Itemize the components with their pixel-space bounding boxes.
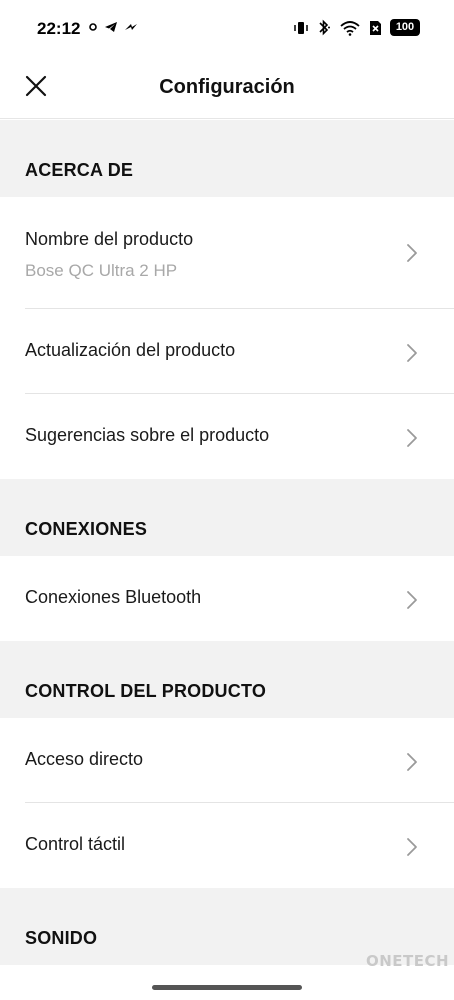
chevron-right-icon: [407, 838, 417, 856]
wifi-icon: [340, 20, 360, 36]
row-value: Bose QC Ultra 2 HP: [25, 261, 178, 280]
row-conexiones-bluetooth[interactable]: Conexiones Bluetooth: [0, 556, 454, 641]
status-bar: 22:12 100: [0, 0, 454, 56]
status-left-icons: [88, 21, 138, 33]
section-header-acerca-de: ACERCA DE: [0, 120, 454, 197]
vibrate-icon: [294, 21, 308, 34]
watermark: ONETECH: [366, 952, 450, 970]
row-acceso-directo[interactable]: Acceso directo: [0, 718, 454, 803]
row-actualizacion-del-producto[interactable]: Actualización del producto: [0, 309, 454, 394]
telegram-icon: [105, 22, 117, 32]
settings-list: ACERCA DE Nombre del producto Bose QC Ul…: [0, 120, 454, 965]
bluetooth-icon: [319, 19, 330, 36]
notification-dot-icon: [89, 23, 97, 31]
row-label: Nombre del producto: [25, 229, 194, 249]
row-label: Acceso directo: [25, 749, 144, 769]
section-title: CONTROL DEL PRODUCTO: [25, 681, 267, 701]
row-label: Conexiones Bluetooth: [25, 587, 202, 607]
chevron-right-icon: [407, 591, 417, 609]
row-nombre-del-producto[interactable]: Nombre del producto Bose QC Ultra 2 HP: [0, 197, 454, 309]
chevron-right-icon: [407, 344, 417, 362]
app-icon: [125, 24, 137, 30]
section-title: ACERCA DE: [25, 160, 134, 180]
section-header-control-del-producto: CONTROL DEL PRODUCTO: [0, 641, 454, 718]
chevron-right-icon: [407, 753, 417, 771]
chevron-right-icon: [407, 244, 417, 262]
gesture-bar[interactable]: [152, 985, 302, 990]
section-header-conexiones: CONEXIONES: [0, 479, 454, 556]
row-control-tactil[interactable]: Control táctil: [0, 803, 454, 888]
section-title: SONIDO: [25, 928, 98, 948]
sim-icon: [370, 20, 381, 35]
row-label: Actualización del producto: [25, 340, 236, 360]
row-label: Sugerencias sobre el producto: [25, 425, 270, 445]
section-title: CONEXIONES: [25, 519, 148, 539]
status-right-icons: 100: [293, 19, 420, 36]
battery-indicator: 100: [390, 19, 420, 36]
app-header: Configuración: [0, 56, 454, 119]
chevron-right-icon: [407, 429, 417, 447]
page-title: Configuración: [159, 76, 295, 98]
status-time: 22:12: [37, 19, 81, 38]
row-label: Control táctil: [25, 834, 126, 854]
row-sugerencias-sobre-el-producto[interactable]: Sugerencias sobre el producto: [0, 394, 454, 479]
